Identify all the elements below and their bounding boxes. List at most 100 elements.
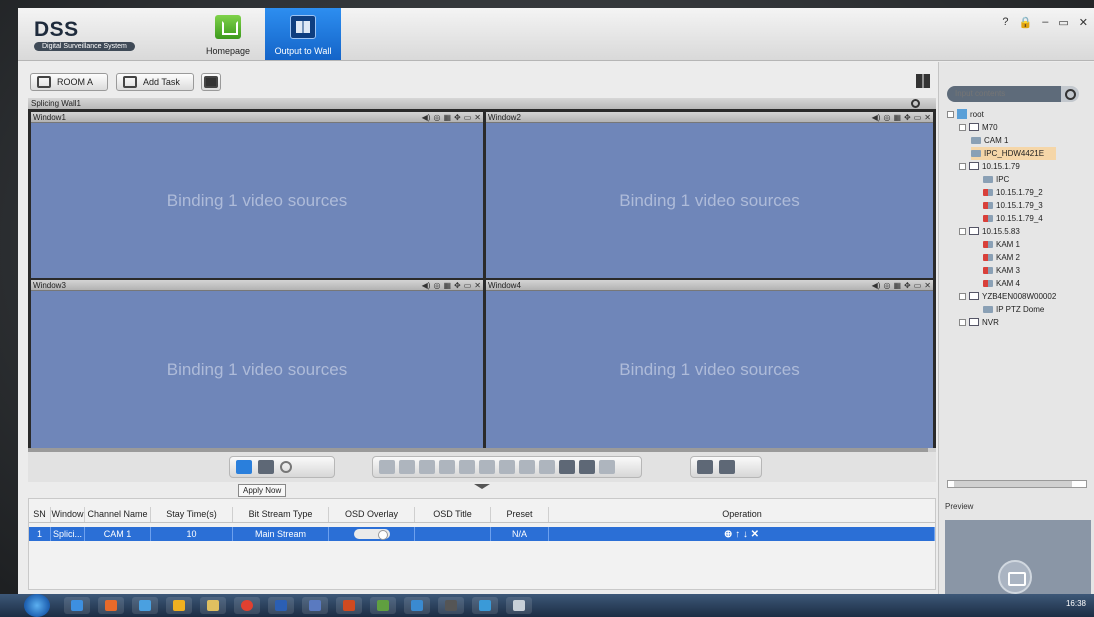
move-icon[interactable]: ✥ [904, 281, 911, 290]
preview-pane[interactable] [945, 520, 1091, 594]
tree-node-device[interactable]: YZB4EN008W00002 [959, 290, 1056, 303]
split-icon[interactable]: ▦ [443, 281, 451, 290]
split-icon[interactable]: ▦ [893, 113, 901, 122]
tree-node-camera[interactable]: 10.15.1.79_4 [983, 212, 1043, 225]
split-2-icon[interactable] [399, 460, 415, 474]
collapse-icon[interactable] [959, 228, 966, 235]
tree-node-device[interactable]: NVR [959, 316, 999, 329]
picture-icon[interactable] [599, 460, 615, 474]
tree-node-camera[interactable]: KAM 1 [983, 238, 1020, 251]
row-operation-icons[interactable]: ⊕ ↑ ↓ ✕ [724, 528, 759, 541]
fullscreen-icon[interactable] [579, 460, 595, 474]
taskbar-app-word[interactable] [268, 597, 294, 614]
taskbar-app-chrome[interactable] [234, 597, 260, 614]
video-window-2[interactable]: Window2 ◀) ◎ ▦ ✥ ▭ ✕ Binding 1 video sou… [486, 112, 933, 278]
audio-icon[interactable]: ◀) [422, 113, 431, 122]
wall-layout-icon[interactable] [258, 460, 274, 474]
edit-icon[interactable] [539, 460, 555, 474]
taskbar-app-explorer[interactable] [200, 597, 226, 614]
apply-now-icon[interactable] [236, 460, 252, 474]
collapse-icon[interactable] [959, 163, 966, 170]
taskbar-app[interactable] [438, 597, 464, 614]
tree-node-camera[interactable]: 10.15.1.79_3 [983, 199, 1043, 212]
column-header-stay-time[interactable]: Stay Time(s) [151, 507, 233, 522]
tree-node-camera[interactable]: 10.15.1.79_2 [983, 186, 1043, 199]
taskbar-app[interactable] [404, 597, 430, 614]
close-button[interactable]: ✕ [1079, 16, 1088, 29]
room-button[interactable]: ROOM A [30, 73, 108, 91]
tree-node-camera[interactable]: KAM 3 [983, 264, 1020, 277]
lock-button[interactable]: 🔒 [1019, 16, 1033, 29]
settings-icon[interactable]: ◎ [433, 281, 440, 290]
move-icon[interactable]: ✥ [454, 281, 461, 290]
tray-clock[interactable]: 16:38 [1066, 599, 1086, 608]
audio-icon[interactable]: ◀) [422, 281, 431, 290]
split-icon[interactable]: ▦ [443, 113, 451, 122]
cell-stay-time[interactable]: 10 [151, 527, 233, 541]
taskbar-app-dss[interactable] [506, 597, 532, 614]
tree-node-camera[interactable]: KAM 4 [983, 277, 1020, 290]
column-header-osd-overlay[interactable]: OSD Overlay [329, 507, 415, 522]
gear-icon[interactable] [911, 99, 920, 108]
close-icon[interactable]: ✕ [924, 113, 931, 122]
expand-icon[interactable] [959, 124, 966, 131]
settings-icon[interactable]: ◎ [883, 281, 890, 290]
settings-icon[interactable]: ◎ [883, 113, 890, 122]
search-icon[interactable] [1061, 86, 1079, 102]
custom-layout-icon[interactable] [719, 460, 735, 474]
close-icon[interactable]: ✕ [924, 281, 931, 290]
table-row[interactable]: 1 Splici... CAM 1 10 Main Stream N/A ⊕ ↑… [29, 527, 935, 541]
tree-node-camera[interactable]: CAM 1 [971, 134, 1008, 147]
tree-node-camera[interactable]: KAM 2 [983, 251, 1020, 264]
split-6-icon[interactable] [459, 460, 475, 474]
tree-node-device[interactable]: M70 [959, 121, 998, 134]
move-icon[interactable]: ✥ [904, 113, 911, 122]
video-window-1[interactable]: Window1 ◀) ◎ ▦ ✥ ▭ ✕ Binding 1 video sou… [31, 112, 483, 278]
collapse-icon[interactable] [947, 111, 954, 118]
split-4-icon[interactable] [439, 460, 455, 474]
close-icon[interactable]: ✕ [474, 113, 481, 122]
tree-node-camera-selected[interactable]: IPC_HDW4421E [971, 147, 1057, 160]
maximize-button[interactable]: ▭ [1058, 16, 1068, 29]
taskbar-app[interactable] [132, 597, 158, 614]
expand-icon[interactable] [959, 319, 966, 326]
tree-scrollbar[interactable] [947, 480, 1087, 488]
split-icon[interactable]: ▦ [893, 281, 901, 290]
split-1-icon[interactable] [379, 460, 395, 474]
tree-scrollbar-thumb[interactable] [954, 481, 1072, 487]
collapse-arrow-icon[interactable] [474, 484, 490, 489]
arrange-icon[interactable] [697, 460, 713, 474]
split-9-icon[interactable] [499, 460, 515, 474]
tab-homepage[interactable]: Homepage [200, 8, 256, 60]
close-icon[interactable]: ✕ [474, 281, 481, 290]
collapse-icon[interactable] [959, 293, 966, 300]
maximize-icon[interactable]: ▭ [464, 281, 472, 290]
taskbar-app[interactable] [472, 597, 498, 614]
start-button[interactable] [24, 594, 50, 617]
cell-bit-stream[interactable]: Main Stream [233, 527, 329, 541]
taskbar-app-ie[interactable] [64, 597, 90, 614]
tree-node-root[interactable]: root [947, 108, 984, 121]
tree-node-device[interactable]: 10.15.1.79 [959, 160, 1020, 173]
osd-overlay-toggle[interactable] [353, 529, 390, 540]
taskbar-app[interactable] [98, 597, 124, 614]
fill-icon[interactable] [559, 460, 575, 474]
snapshot-camera-icon[interactable] [998, 560, 1032, 594]
maximize-icon[interactable]: ▭ [914, 113, 922, 122]
cell-osd-title[interactable] [415, 527, 491, 541]
tree-node-camera[interactable]: IP PTZ Dome [983, 303, 1044, 316]
split-8-icon[interactable] [479, 460, 495, 474]
tree-node-camera[interactable]: IPC [983, 173, 1009, 186]
move-icon[interactable]: ✥ [454, 113, 461, 122]
add-task-button[interactable]: Add Task [116, 73, 194, 91]
video-window-4[interactable]: Window4 ◀) ◎ ▦ ✥ ▭ ✕ Binding 1 video sou… [486, 280, 933, 448]
save-button[interactable] [201, 73, 221, 91]
taskbar-app-powerpoint[interactable] [336, 597, 362, 614]
search-input[interactable] [947, 86, 1061, 102]
split-3-icon[interactable] [419, 460, 435, 474]
split-16-icon[interactable] [519, 460, 535, 474]
maximize-icon[interactable]: ▭ [464, 113, 472, 122]
video-window-3[interactable]: Window3 ◀) ◎ ▦ ✥ ▭ ✕ Binding 1 video sou… [31, 280, 483, 448]
help-button[interactable]: ? [1002, 16, 1008, 29]
settings-icon[interactable]: ◎ [433, 113, 440, 122]
